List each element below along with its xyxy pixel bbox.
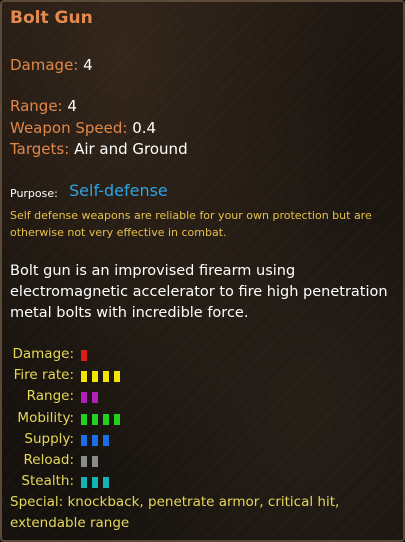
damage-label: Damage: (10, 56, 79, 74)
stat-pip (81, 414, 87, 425)
stat-pips-reload (81, 456, 103, 467)
purpose-description: Self defense weapons are reliable for yo… (10, 209, 372, 239)
stat-pip (103, 435, 109, 446)
stat-pips-fire-rate (81, 371, 125, 382)
stat-pip (103, 477, 109, 488)
stat-pip (81, 392, 87, 403)
stat-pip (92, 414, 98, 425)
stat-label-supply: Supply: (24, 431, 74, 447)
range-label: Range: (10, 97, 63, 115)
range-row: Range: 4 (10, 97, 77, 115)
targets-label: Targets: (10, 140, 70, 158)
damage-value: 4 (83, 56, 93, 74)
special-abilities: Special: knockback, penetrate armor, cri… (10, 494, 340, 531)
targets-value: Air and Ground (74, 140, 188, 158)
stat-pips-stealth (81, 477, 114, 488)
stat-pip (103, 371, 109, 382)
purpose-value: Self-defense (69, 181, 168, 200)
stat-label-mobility: Mobility: (17, 410, 74, 426)
stat-pip (114, 371, 120, 382)
stat-pip (114, 414, 120, 425)
weapon-description: Bolt gun is an improvised firearm using … (10, 263, 388, 321)
weapon-title: Bolt Gun (10, 8, 93, 28)
weapon-speed-row: Weapon Speed: 0.4 (10, 119, 156, 137)
stat-pip (81, 435, 87, 446)
stat-label-fire-rate: Fire rate: (13, 367, 74, 383)
weapon-speed-value: 0.4 (132, 119, 157, 137)
stat-pip (81, 477, 87, 488)
stat-pip (92, 371, 98, 382)
stat-pip (92, 456, 98, 467)
stat-pip (81, 456, 87, 467)
stat-pips-range (81, 392, 103, 403)
stat-pip (92, 435, 98, 446)
range-value: 4 (67, 97, 77, 115)
stat-pips-mobility (81, 414, 125, 425)
stat-label-stealth: Stealth: (21, 473, 74, 489)
weapon-tooltip: Bolt Gun Damage: 4 Range: 4 Weapon Speed… (0, 0, 405, 542)
stat-pip (103, 414, 109, 425)
stat-pip (81, 371, 87, 382)
stat-pip (92, 392, 98, 403)
stat-label-damage: Damage: (12, 346, 74, 362)
stat-pip (81, 350, 87, 361)
stat-pips-damage (81, 350, 92, 361)
stat-label-reload: Reload: (23, 452, 74, 468)
purpose-label: Purpose: (10, 187, 58, 200)
damage-row: Damage: 4 (10, 56, 93, 74)
stat-pips-supply (81, 435, 114, 446)
stat-pip (92, 477, 98, 488)
stat-label-range: Range: (26, 388, 74, 404)
targets-row: Targets: Air and Ground (10, 140, 188, 158)
weapon-speed-label: Weapon Speed: (10, 119, 128, 137)
